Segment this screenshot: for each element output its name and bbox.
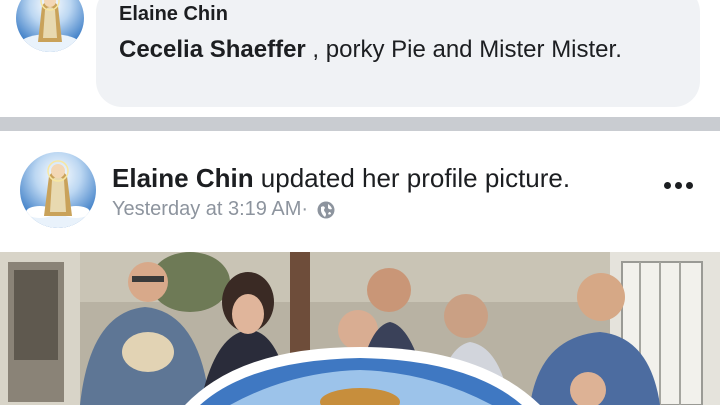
post-photo[interactable] <box>0 252 720 405</box>
more-options-icon <box>663 181 671 189</box>
comment-section: Elaine Chin Cecelia Shaeffer , porky Pie… <box>0 0 720 117</box>
comment-text: Cecelia Shaeffer , porky Pie and Mister … <box>119 35 659 65</box>
comment-body: , porky Pie and Mister Mister. <box>305 36 622 63</box>
post-author-name[interactable]: Elaine Chin <box>112 163 254 193</box>
more-options-dot <box>674 181 682 189</box>
more-options-button[interactable] <box>656 170 700 200</box>
more-options-dot <box>685 181 693 189</box>
comment-mention[interactable]: Cecelia Shaeffer <box>119 36 306 63</box>
family-photo-image <box>0 252 720 405</box>
comment-author-name[interactable]: Elaine Chin <box>119 3 228 26</box>
post-header: Elaine Chin updated her profile picture. <box>112 163 570 194</box>
religious-figure-image <box>24 160 92 228</box>
feed-divider <box>0 117 720 131</box>
globe-icon <box>316 200 336 220</box>
post-meta: Yesterday at 3:19 AM · <box>112 198 336 221</box>
comment-bubble: Elaine Chin Cecelia Shaeffer , porky Pie… <box>96 0 700 107</box>
commenter-avatar[interactable] <box>16 0 84 52</box>
religious-figure-image <box>20 0 80 52</box>
post-author-avatar[interactable] <box>20 152 96 228</box>
post-action-text: updated her profile picture. <box>253 163 571 193</box>
post-timestamp[interactable]: Yesterday at 3:19 AM <box>112 198 301 221</box>
meta-separator: · <box>301 198 309 220</box>
